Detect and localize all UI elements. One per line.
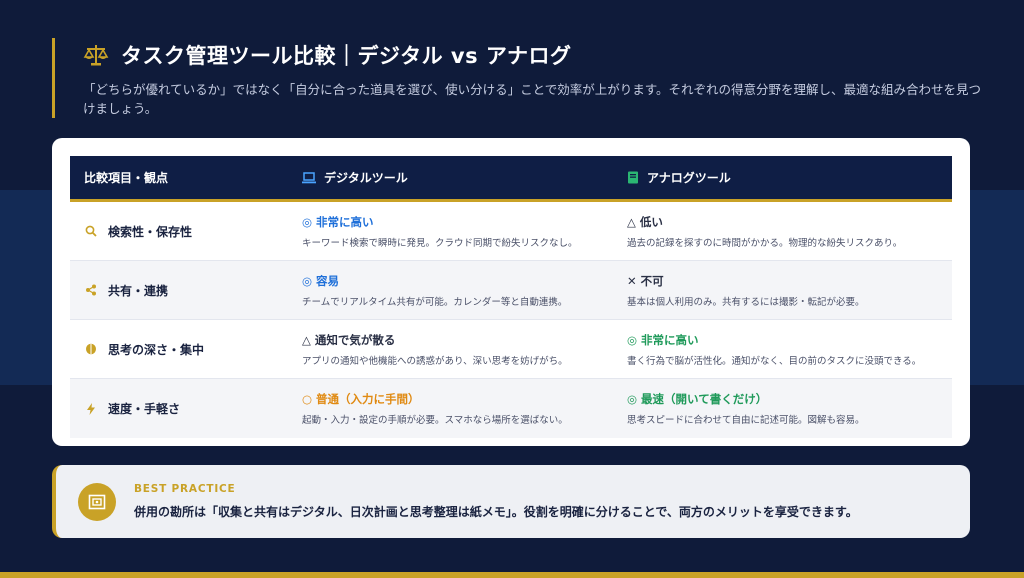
digital-rating: ◎ 非常に高い xyxy=(302,214,374,229)
digital-description: 起動・入力・設定の手順が必要。スマホなら場所を選ばない。 xyxy=(302,415,568,426)
comparison-table: 比較項目・観点 デジタルツール アナログツール 検索性・保存性 ◎ 非常に高い … xyxy=(70,156,952,438)
criteria-label: 検索性・保存性 xyxy=(108,224,193,239)
row-criteria: 速度・手軽さ xyxy=(70,400,302,417)
analog-description: 思考スピードに合わせて自由に記述可能。図解も容易。 xyxy=(627,415,865,426)
page-subtitle: 「どちらが優れているか」ではなく「自分に合った道具を選び、使い分ける」ことで効率… xyxy=(83,82,982,116)
analog-rating: ◎ 最速（開いて書くだけ） xyxy=(627,392,768,406)
best-practice-text: 併用の勘所は「収集と共有はデジタル、日次計画と思考整理は紙メモ」。役割を明確に分… xyxy=(134,505,858,519)
frame-icon xyxy=(78,482,116,521)
table-row: 共有・連携 ◎ 容易 チームでリアルタイム共有が可能。カレンダー等と自動連携。 … xyxy=(70,261,952,320)
header-digital-label: デジタルツール xyxy=(324,171,408,185)
laptop-icon xyxy=(302,171,316,183)
digital-description: アプリの通知や他機能への誘惑があり、深い思考を妨げがち。 xyxy=(302,355,568,367)
digital-rating: ◎ 容易 xyxy=(302,273,340,288)
digital-cell: △ 通知で気が散る アプリの通知や他機能への誘惑があり、深い思考を妨げがち。 xyxy=(302,332,627,367)
digital-description: キーワード検索で瞬時に発見。クラウド同期で紛失リスクなし。 xyxy=(302,237,578,249)
digital-rating: ○ 普通（入力に手間） xyxy=(302,392,420,406)
scale-icon xyxy=(83,42,109,68)
analog-cell: ✕ 不可 基本は個人利用のみ。共有するには撮影・転記が必要。 xyxy=(627,273,952,308)
table-row: 速度・手軽さ ○ 普通（入力に手間） 起動・入力・設定の手順が必要。スマホなら場… xyxy=(70,379,952,438)
table-row: 検索性・保存性 ◎ 非常に高い キーワード検索で瞬時に発見。クラウド同期で紛失リ… xyxy=(70,202,952,261)
criteria-label: 速度・手軽さ xyxy=(108,402,181,416)
criteria-label: 共有・連携 xyxy=(108,283,169,298)
digital-rating: △ 通知で気が散る xyxy=(302,332,396,347)
bottom-accent-bar xyxy=(0,572,1024,578)
search-icon xyxy=(84,224,98,238)
notebook-icon xyxy=(628,171,638,184)
header-analog: アナログツール xyxy=(627,169,952,186)
analog-description: 過去の記録を探すのに時間がかかる。物理的な紛失リスクあり。 xyxy=(627,237,903,249)
best-practice-label: BEST PRACTICE xyxy=(134,483,236,495)
digital-cell: ○ 普通（入力に手間） 起動・入力・設定の手順が必要。スマホなら場所を選ばない。 xyxy=(302,391,627,426)
table-header: 比較項目・観点 デジタルツール アナログツール xyxy=(70,156,952,202)
row-criteria: 検索性・保存性 xyxy=(70,223,302,240)
brain-icon xyxy=(84,342,98,356)
criteria-label: 思考の深さ・集中 xyxy=(108,342,205,357)
header-criteria-label: 比較項目・観点 xyxy=(84,171,169,185)
analog-rating: ◎ 非常に高い xyxy=(627,332,699,347)
share-icon xyxy=(84,283,98,297)
analog-rating: △ 低い xyxy=(627,214,663,229)
page-header: タスク管理ツール比較｜デジタル vs アナログ 「どちらが優れているか」ではなく… xyxy=(52,38,982,118)
row-criteria: 共有・連携 xyxy=(70,282,302,299)
header-analog-label: アナログツール xyxy=(647,171,731,185)
best-practice-box: BEST PRACTICE 併用の勘所は「収集と共有はデジタル、日次計画と思考整… xyxy=(52,465,970,538)
analog-rating: ✕ 不可 xyxy=(627,273,664,288)
row-criteria: 思考の深さ・集中 xyxy=(70,341,302,358)
digital-cell: ◎ 非常に高い キーワード検索で瞬時に発見。クラウド同期で紛失リスクなし。 xyxy=(302,214,627,249)
comparison-card: 比較項目・観点 デジタルツール アナログツール 検索性・保存性 ◎ 非常に高い … xyxy=(52,138,970,446)
analog-description: 書く行為で脳が活性化。通知がなく、目の前のタスクに没頭できる。 xyxy=(627,355,922,367)
header-criteria: 比較項目・観点 xyxy=(70,169,302,186)
best-practice-content: BEST PRACTICE 併用の勘所は「収集と共有はデジタル、日次計画と思考整… xyxy=(134,483,858,520)
analog-cell: ◎ 最速（開いて書くだけ） 思考スピードに合わせて自由に記述可能。図解も容易。 xyxy=(627,391,952,426)
header-digital: デジタルツール xyxy=(302,169,627,186)
table-row: 思考の深さ・集中 △ 通知で気が散る アプリの通知や他機能への誘惑があり、深い思… xyxy=(70,320,952,379)
lightning-icon xyxy=(84,402,98,416)
digital-description: チームでリアルタイム共有が可能。カレンダー等と自動連携。 xyxy=(302,296,568,308)
digital-cell: ◎ 容易 チームでリアルタイム共有が可能。カレンダー等と自動連携。 xyxy=(302,273,627,308)
analog-cell: ◎ 非常に高い 書く行為で脳が活性化。通知がなく、目の前のタスクに没頭できる。 xyxy=(627,332,952,367)
analog-description: 基本は個人利用のみ。共有するには撮影・転記が必要。 xyxy=(627,296,865,308)
page-title: タスク管理ツール比較｜デジタル vs アナログ xyxy=(121,44,572,68)
analog-cell: △ 低い 過去の記録を探すのに時間がかかる。物理的な紛失リスクあり。 xyxy=(627,214,952,249)
